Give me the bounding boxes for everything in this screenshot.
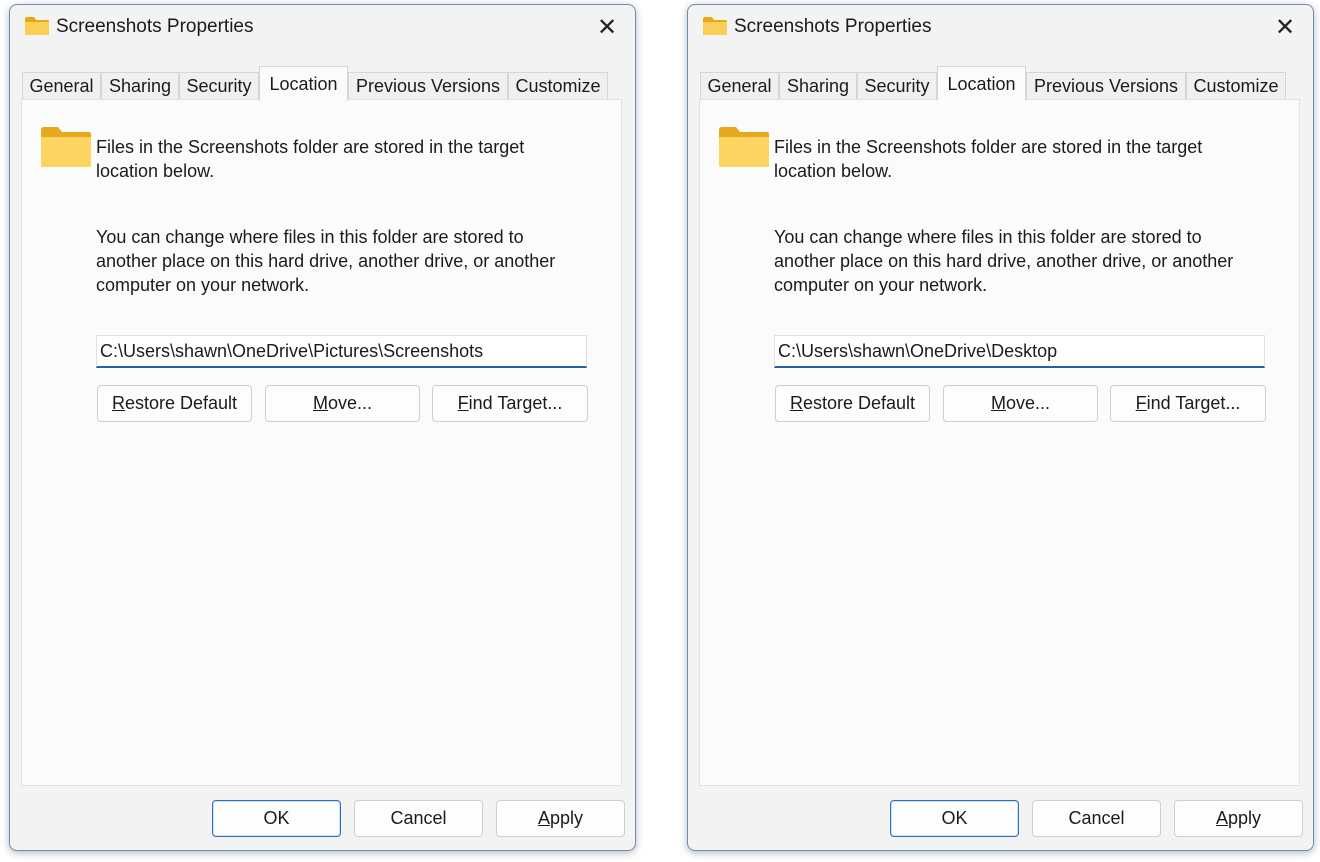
button-label: ind Target... xyxy=(468,393,563,413)
find-target-button[interactable]: Find Target... xyxy=(1110,385,1266,422)
button-label: estore Default xyxy=(802,393,916,413)
apply-button[interactable]: Apply xyxy=(496,800,625,837)
location-description: Files in the Screenshots folder are stor… xyxy=(774,137,1203,181)
properties-dialog-original: Screenshots Properties ✕ General Sharing… xyxy=(9,4,636,851)
access-key: A xyxy=(537,808,550,828)
close-button[interactable]: ✕ xyxy=(1267,9,1303,45)
restore-default-button[interactable]: Restore Default xyxy=(775,385,930,422)
tab-customize[interactable]: Customize xyxy=(508,72,608,100)
location-tab-panel xyxy=(21,99,622,786)
target-path-input[interactable]: C:\Users\shawn\OneDrive\Pictures\Screens… xyxy=(96,335,587,368)
folder-icon xyxy=(25,17,49,35)
move-button[interactable]: Move... xyxy=(943,385,1098,422)
access-key: R xyxy=(789,393,803,413)
target-path-input[interactable]: C:\Users\shawn\OneDrive\Desktop xyxy=(774,335,1265,368)
tab-location[interactable]: Location xyxy=(259,66,348,101)
tab-sharing[interactable]: Sharing xyxy=(779,72,857,100)
close-icon: ✕ xyxy=(1274,13,1296,41)
folder-icon xyxy=(703,17,727,35)
folder-icon xyxy=(719,127,769,167)
title-bar: Screenshots Properties ✕ xyxy=(10,5,635,49)
button-label: ind Target... xyxy=(1146,393,1241,413)
location-tab-panel xyxy=(699,99,1300,786)
button-label: pply xyxy=(1227,808,1262,828)
location-description: Files in the Screenshots folder are stor… xyxy=(96,137,525,181)
window-title: Screenshots Properties xyxy=(56,16,254,37)
access-key: M xyxy=(312,393,328,413)
access-key: F xyxy=(457,393,469,413)
location-instructions: You can change where files in this folde… xyxy=(774,227,1234,295)
close-icon: ✕ xyxy=(596,13,618,41)
title-bar: Screenshots Properties ✕ xyxy=(688,5,1313,49)
tab-previous-versions[interactable]: Previous Versions xyxy=(1026,72,1186,100)
tab-customize[interactable]: Customize xyxy=(1186,72,1286,100)
tab-security[interactable]: Security xyxy=(857,72,937,100)
tab-sharing[interactable]: Sharing xyxy=(101,72,179,100)
move-button[interactable]: Move... xyxy=(265,385,420,422)
location-instructions: You can change where files in this folde… xyxy=(96,227,556,295)
tab-previous-versions[interactable]: Previous Versions xyxy=(348,72,508,100)
access-key: F xyxy=(1135,393,1147,413)
window-title: Screenshots Properties xyxy=(734,16,932,37)
button-label: ove... xyxy=(327,393,373,413)
cancel-button[interactable]: Cancel xyxy=(354,800,483,837)
tab-general[interactable]: General xyxy=(700,72,779,100)
folder-icon xyxy=(41,127,91,167)
tab-general[interactable]: General xyxy=(22,72,101,100)
tab-location[interactable]: Location xyxy=(937,66,1026,101)
tab-security[interactable]: Security xyxy=(179,72,259,100)
ok-button[interactable]: OK xyxy=(212,800,341,837)
apply-button[interactable]: Apply xyxy=(1174,800,1303,837)
button-label: ove... xyxy=(1005,393,1051,413)
find-target-button[interactable]: Find Target... xyxy=(432,385,588,422)
access-key: R xyxy=(111,393,125,413)
properties-dialog-changed: Screenshots Properties ✕ General Sharing… xyxy=(687,4,1314,851)
access-key: A xyxy=(1215,808,1228,828)
button-label: pply xyxy=(549,808,584,828)
cancel-button[interactable]: Cancel xyxy=(1032,800,1161,837)
access-key: M xyxy=(990,393,1006,413)
restore-default-button[interactable]: Restore Default xyxy=(97,385,252,422)
close-button[interactable]: ✕ xyxy=(589,9,625,45)
ok-button[interactable]: OK xyxy=(890,800,1019,837)
button-label: estore Default xyxy=(124,393,238,413)
